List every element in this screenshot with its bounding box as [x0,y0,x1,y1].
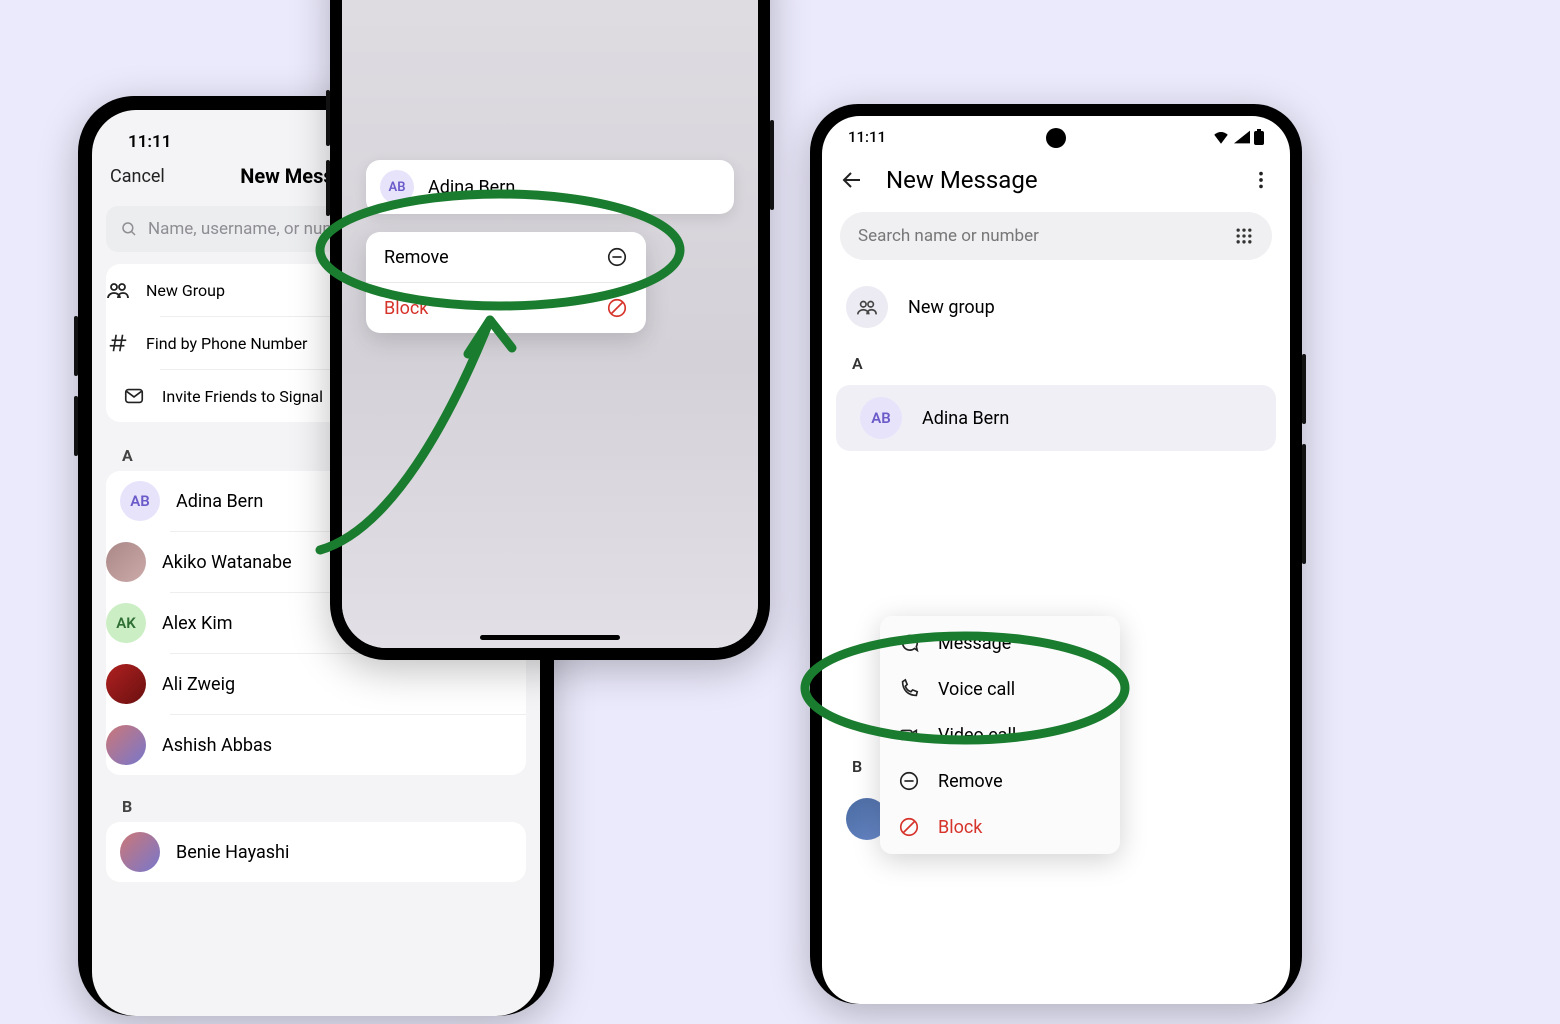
avatar [120,832,160,872]
signal-icon [1234,130,1250,144]
avatar [106,725,146,765]
phone-icon [898,678,920,700]
video-call-button[interactable]: Video call [880,712,1120,758]
remove-icon [606,246,628,268]
section-header-b: B [92,789,540,822]
avatar: AB [860,397,902,439]
android-contacts-screen: 11:11 New Message Search name or number [810,104,1302,1004]
block-icon [606,297,628,319]
avatar: AK [106,603,146,643]
message-icon [898,632,920,654]
contact-row-selected[interactable]: AB Adina Bern [836,385,1276,451]
search-placeholder: Search name or number [858,226,1039,246]
video-icon [898,724,920,746]
remove-button[interactable]: Remove [880,758,1120,804]
group-icon [106,278,130,302]
contact-name: Adina Bern [922,408,1009,429]
new-group-button[interactable]: New group [822,274,1290,340]
status-time: 11:11 [128,132,171,152]
page-title: New Message [886,166,1228,194]
context-menu: Message Voice call Video call Remove Blo… [880,616,1120,854]
voice-call-button[interactable]: Voice call [880,666,1120,712]
avatar: AB [380,170,414,204]
mail-icon [122,384,146,408]
block-icon [898,816,920,838]
contact-row[interactable]: Ali Zweig [170,653,526,714]
battery-icon [1254,129,1264,145]
camera-cutout [1046,128,1066,148]
dialpad-icon[interactable] [1234,226,1254,246]
section-header-a: A [822,340,1290,383]
selected-contact-chip: AB Adina Bern [366,160,734,214]
back-icon[interactable] [840,168,864,192]
iphone-context-menu-screen: AB Adina Bern Remove Block [330,0,770,660]
more-icon[interactable] [1250,169,1272,191]
avatar [106,542,146,582]
remove-button[interactable]: Remove [366,232,646,282]
remove-icon [898,770,920,792]
context-menu: Remove Block [366,232,646,333]
wifi-icon [1212,130,1230,144]
hash-icon [106,331,130,355]
message-button[interactable]: Message [880,620,1120,666]
group-icon [846,286,888,328]
contacts-list-b: Benie Hayashi [106,822,526,882]
contact-name: Adina Bern [428,177,515,198]
avatar: AB [120,481,160,521]
home-indicator [480,635,620,640]
search-icon [120,220,138,238]
status-time: 11:11 [848,128,886,146]
block-button[interactable]: Block [880,804,1120,850]
search-input[interactable]: Search name or number [840,212,1272,260]
contact-row[interactable]: Ashish Abbas [170,714,526,775]
contact-row[interactable]: Benie Hayashi [106,822,526,882]
avatar [106,664,146,704]
block-button[interactable]: Block [366,282,646,333]
